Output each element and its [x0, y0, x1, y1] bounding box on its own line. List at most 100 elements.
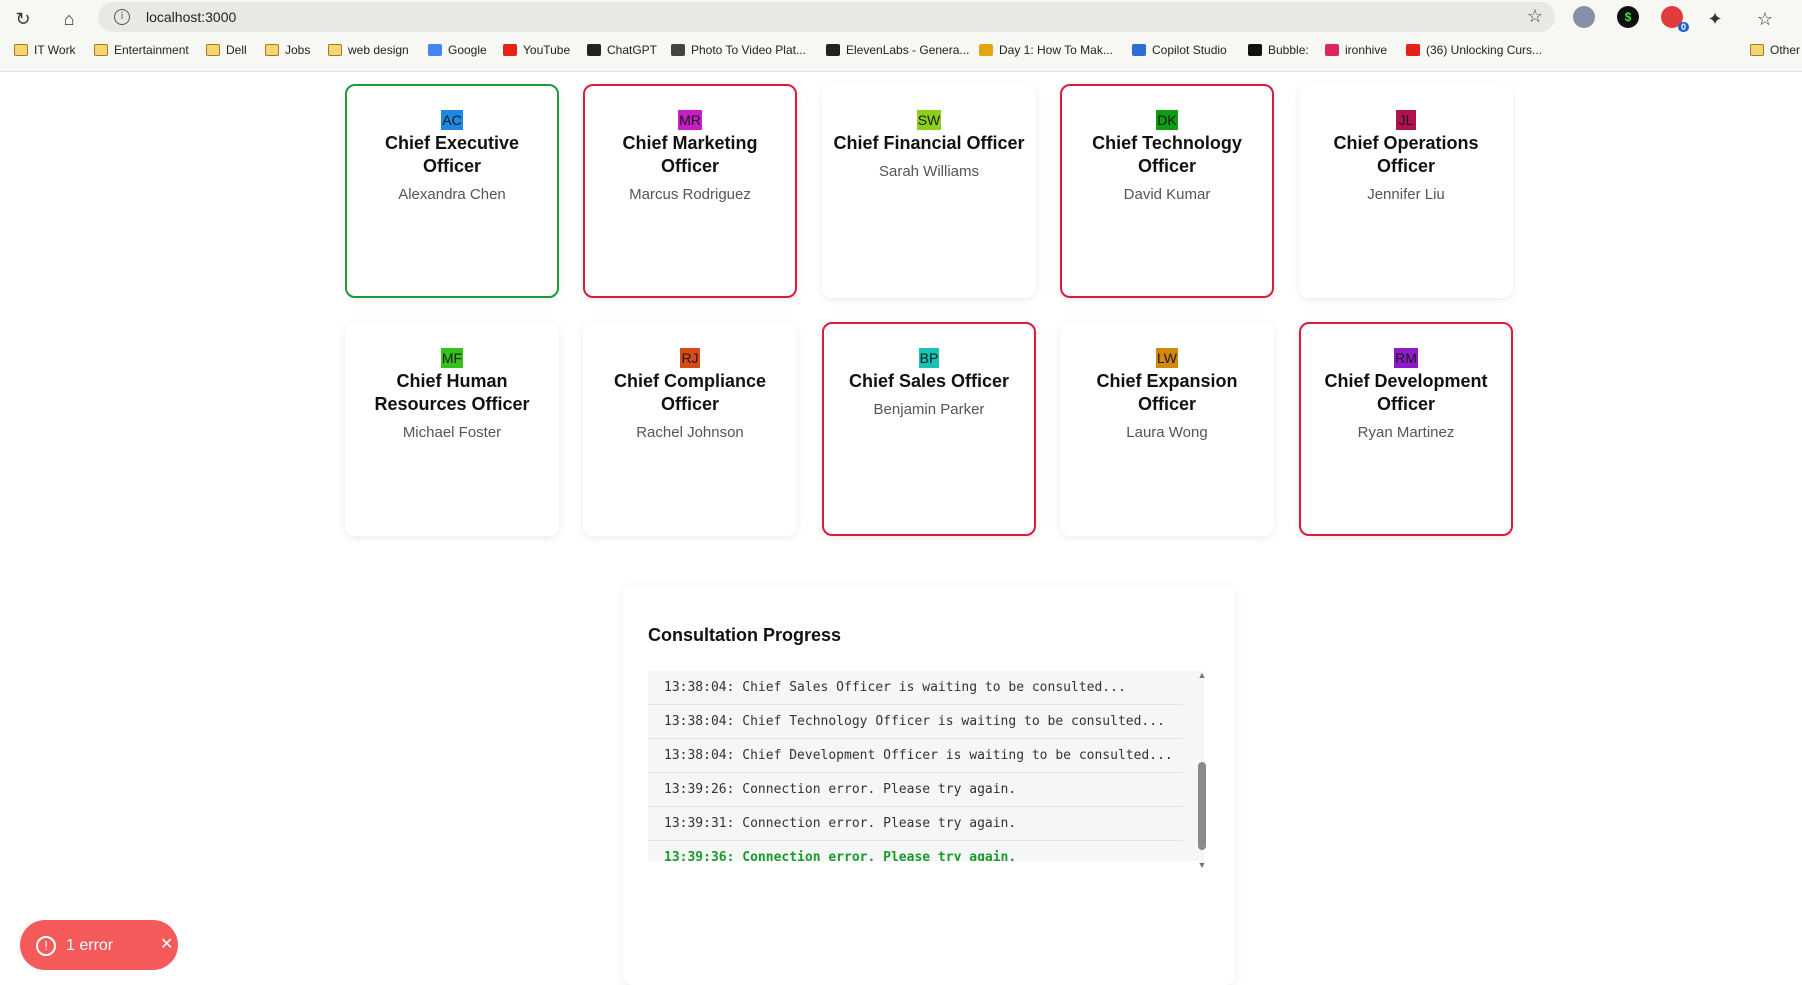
bookmark-label: Jobs: [285, 43, 311, 57]
progress-title: Consultation Progress: [648, 625, 842, 645]
elevenlabs-icon: [826, 44, 840, 56]
log-entry: 13:39:31: Connection error. Please try a…: [648, 807, 1183, 841]
officer-role: Chief Development Officer: [1324, 371, 1488, 414]
officer-name: Marcus Rodriguez: [629, 186, 751, 203]
folder-icon: [328, 44, 342, 56]
dollar-extension-icon[interactable]: $: [1617, 6, 1639, 28]
officer-card[interactable]: LW Chief Expansion Officer Laura Wong: [1060, 322, 1274, 536]
avatar: JL: [1396, 110, 1416, 130]
bookmark-label: Bubble:: [1268, 43, 1309, 57]
officer-card[interactable]: DK Chief Technology Officer David Kumar: [1060, 84, 1274, 298]
avatar: RM: [1394, 348, 1418, 368]
profile-extension-icon[interactable]: [1573, 6, 1595, 28]
url-text[interactable]: localhost:3000: [146, 9, 236, 25]
log-scrollbar[interactable]: ▲ ▼: [1195, 670, 1209, 876]
bookmark-item[interactable]: Dell: [206, 43, 247, 57]
officer-role: Chief Executive Officer: [384, 133, 520, 176]
officer-role: Chief Financial Officer: [833, 133, 1025, 153]
consultation-progress-panel: Consultation Progress 13:38:04: Chief Sa…: [623, 585, 1235, 985]
youtube-icon: [503, 44, 517, 56]
youtube-icon: [1406, 44, 1420, 56]
officer-card[interactable]: JL Chief Operations Officer Jennifer Liu: [1299, 84, 1513, 298]
bookmark-label: ironhive: [1345, 43, 1388, 57]
bookmark-item[interactable]: ironhive: [1325, 43, 1387, 57]
folder-icon: [206, 44, 220, 56]
bookmark-label: Entertainment: [114, 43, 189, 57]
log-entry: 13:39:26: Connection error. Please try a…: [648, 773, 1183, 807]
claude-icon: [979, 44, 993, 56]
officer-card[interactable]: MF Chief Human Resources Officer Michael F…: [345, 322, 559, 536]
officer-role: Chief Operations Officer: [1333, 133, 1479, 176]
bookmark-item[interactable]: Google: [428, 43, 487, 57]
officer-card[interactable]: MR Chief Marketing Officer Marcus Rodrigue…: [583, 84, 797, 298]
officer-role: Chief Human Resources Officer: [374, 371, 530, 414]
bookmark-item[interactable]: ElevenLabs - Genera...: [826, 43, 969, 57]
bookmark-label: (36) Unlocking Curs...: [1426, 43, 1543, 57]
officer-card[interactable]: RM Chief Development Officer Ryan Martinez: [1299, 322, 1513, 536]
extension-badge: 0: [1677, 22, 1689, 32]
bookmark-label: web design: [348, 43, 409, 57]
bookmark-star-icon[interactable]: ☆: [1527, 6, 1543, 27]
officer-name: Ryan Martinez: [1357, 424, 1455, 441]
avatar: BP: [918, 348, 940, 368]
folder-icon: [94, 44, 108, 56]
officer-card[interactable]: BP Chief Sales Officer Benjamin Parker: [822, 322, 1036, 536]
scroll-down-icon[interactable]: ▼: [1195, 860, 1209, 870]
log-entry: 13:38:04: Chief Sales Officer is waiting…: [648, 671, 1183, 705]
bookmark-item[interactable]: (36) Unlocking Curs...: [1406, 43, 1542, 57]
favorites-icon[interactable]: ☆: [1752, 6, 1778, 32]
puzzle-extensions-icon[interactable]: ✦: [1702, 6, 1728, 32]
error-toast[interactable]: ! 1 error ✕: [20, 920, 178, 970]
avatar: AC: [441, 110, 463, 130]
avatar: LW: [1156, 348, 1178, 368]
officer-name: David Kumar: [1123, 186, 1211, 203]
bookmark-item[interactable]: Photo To Video Plat...: [671, 43, 806, 57]
officer-name: Alexandra Chen: [398, 186, 506, 203]
bookmark-label: Photo To Video Plat...: [691, 43, 806, 57]
officer-role: Chief Marketing Officer: [622, 133, 758, 176]
officer-name: Michael Foster: [402, 424, 502, 441]
bookmark-label: YouTube: [523, 43, 571, 57]
bookmark-item[interactable]: Entertainment: [94, 43, 189, 57]
scroll-thumb[interactable]: [1198, 762, 1206, 850]
avatar: MR: [678, 110, 702, 130]
bookmark-label: Dell: [226, 43, 247, 57]
bookmark-item[interactable]: Copilot Studio: [1132, 43, 1227, 57]
bookmark-item[interactable]: ChatGPT: [587, 43, 657, 57]
bookmark-label: ChatGPT: [607, 43, 658, 57]
officer-card[interactable]: RJ Chief Compliance Officer Rachel Johnson: [583, 322, 797, 536]
page-content: AC Chief Executive Officer Alexandra Chen M…: [0, 72, 1802, 985]
bookmark-item[interactable]: Jobs: [265, 43, 310, 57]
site-info-icon[interactable]: i: [114, 9, 130, 25]
bubble-icon: [1248, 44, 1262, 56]
avatar: DK: [1156, 110, 1178, 130]
close-icon[interactable]: ✕: [160, 934, 173, 954]
consultation-log[interactable]: 13:38:04: Chief Sales Officer is waiting…: [648, 671, 1204, 861]
address-bar[interactable]: i localhost:3000 ☆: [98, 2, 1555, 32]
google-icon: [428, 44, 442, 56]
bookmark-item[interactable]: Other: [1750, 43, 1800, 57]
error-count: 1 error: [66, 937, 114, 954]
officer-name: Rachel Johnson: [636, 424, 744, 441]
log-entry: 13:39:36: Connection error. Please try a…: [664, 850, 1017, 861]
home-icon[interactable]: ⌂: [56, 6, 82, 32]
avatar: MF: [440, 348, 464, 368]
bookmark-item[interactable]: IT Work: [14, 43, 76, 57]
bookmark-item[interactable]: YouTube: [503, 43, 570, 57]
officer-card[interactable]: AC Chief Executive Officer Alexandra Chen: [345, 84, 559, 298]
officer-card[interactable]: SW Chief Financial Officer Sarah Williams: [822, 84, 1036, 298]
scroll-up-icon[interactable]: ▲: [1195, 670, 1209, 680]
bookmarks-bar: IT Work Entertainment Dell Jobs web design Go…: [0, 40, 1802, 64]
officer-role: Chief Compliance Officer: [613, 371, 767, 414]
bookmark-item[interactable]: web design: [328, 43, 409, 57]
folder-icon: [1750, 44, 1764, 56]
reload-icon[interactable]: ↻: [10, 6, 36, 32]
bookmark-item[interactable]: Bubble:: [1248, 43, 1309, 57]
red-extension-icon[interactable]: 0: [1661, 6, 1689, 32]
bookmark-item[interactable]: Day 1: How To Mak...: [979, 43, 1113, 57]
error-icon: !: [36, 936, 56, 956]
chatgpt-icon: [587, 44, 601, 56]
officer-name: Sarah Williams: [878, 163, 980, 180]
bookmark-label: Other: [1770, 43, 1801, 57]
officer-name: Jennifer Liu: [1367, 186, 1445, 203]
